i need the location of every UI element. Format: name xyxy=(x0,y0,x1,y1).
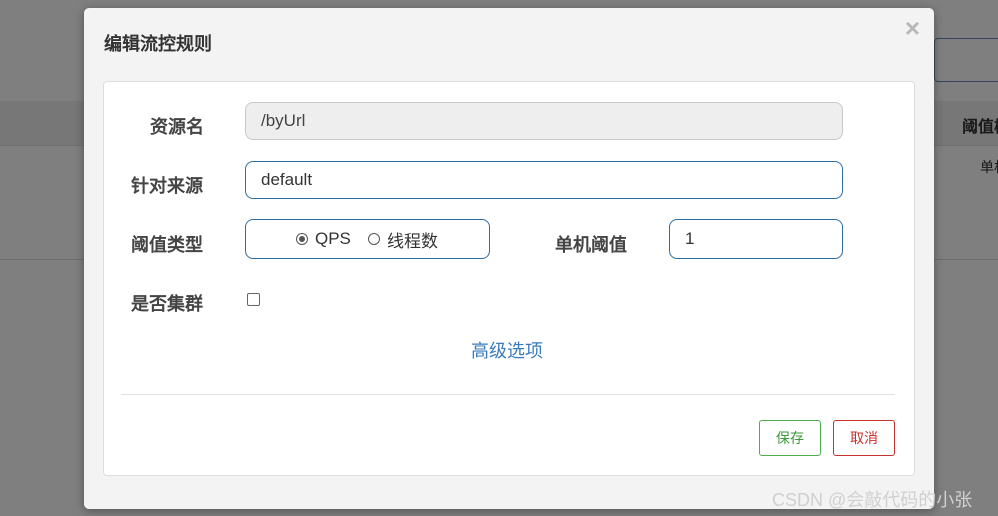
resource-input: /byUrl xyxy=(245,102,843,140)
source-input[interactable]: default xyxy=(245,161,843,199)
watermark: CSDN @会敲代码的小张 xyxy=(772,490,973,510)
cluster-label: 是否集群 xyxy=(131,294,203,314)
radio-qps[interactable]: QPS xyxy=(296,220,351,258)
radio-thread-count[interactable]: 线程数 xyxy=(368,220,438,258)
cancel-button[interactable]: 取消 xyxy=(833,420,895,456)
single-threshold-input[interactable]: 1 xyxy=(669,219,843,259)
resource-label: 资源名 xyxy=(150,117,204,137)
radio-unchecked-icon xyxy=(368,233,380,245)
threshold-type-radio-group: QPS 线程数 xyxy=(245,219,490,259)
form-panel: 资源名 /byUrl 针对来源 default 阈值类型 QPS 线程数 单机阈… xyxy=(103,81,915,476)
radio-thread-count-label: 线程数 xyxy=(387,231,438,251)
advanced-options-link[interactable]: 高级选项 xyxy=(471,337,543,363)
cluster-checkbox[interactable] xyxy=(247,293,260,306)
threshold-type-label: 阈值类型 xyxy=(131,235,203,255)
edit-flow-rule-dialog: 编辑流控规则 × 资源名 /byUrl 针对来源 default 阈值类型 QP… xyxy=(84,8,934,509)
form-divider xyxy=(121,394,895,395)
save-button[interactable]: 保存 xyxy=(759,420,821,456)
source-label: 针对来源 xyxy=(131,176,203,196)
radio-checked-icon xyxy=(296,233,308,245)
dialog-title: 编辑流控规则 xyxy=(104,34,212,54)
radio-qps-label: QPS xyxy=(315,229,351,248)
close-icon[interactable]: × xyxy=(905,14,920,42)
single-threshold-label: 单机阈值 xyxy=(555,235,627,255)
